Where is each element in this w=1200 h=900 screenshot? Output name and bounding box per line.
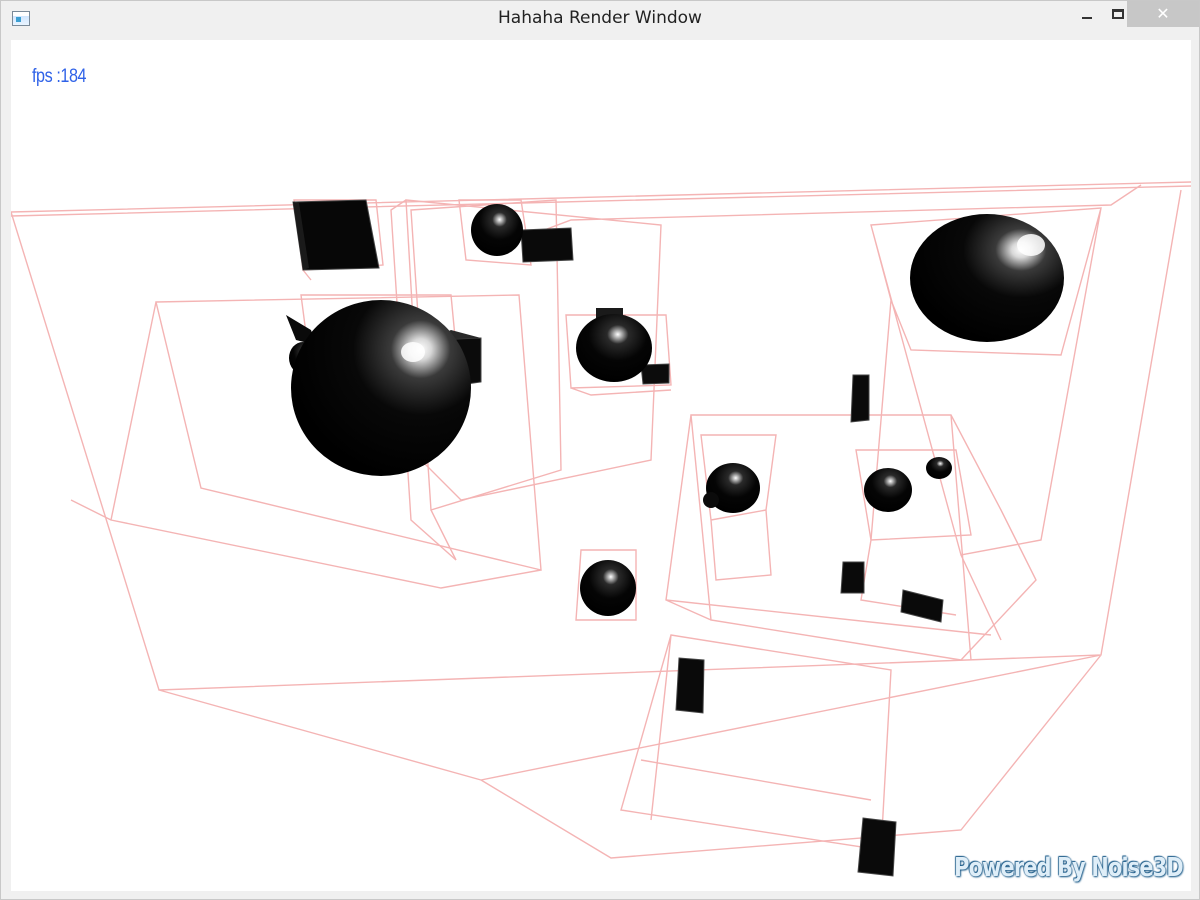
cube-top-center [520,227,574,263]
render-viewport[interactable]: fps :184 Powered By Noise3D [11,40,1191,891]
powered-by-watermark: Powered By Noise3D [954,853,1183,883]
sphere-lower-center [580,560,636,616]
sphere-left-large [291,300,471,476]
minimize-button[interactable] [1073,1,1101,27]
window-title: Hahaha Render Window [498,8,702,28]
spheres [286,204,1064,616]
3d-scene [11,181,1191,877]
cube-bottom-center [675,657,705,714]
cube-bottom-right [857,817,897,877]
sphere-mid-knob [703,492,719,508]
sphere-right-large [910,214,1064,342]
maximize-icon [1112,9,1124,19]
room-wireframe-inner-4 [665,414,1037,661]
sphere-center [576,314,652,382]
app-window-icon[interactable] [12,11,30,26]
fps-counter: fps :184 [32,66,87,87]
cube-right-mid [840,561,865,594]
minimize-icon [1082,17,1092,19]
render-window: Hahaha Render Window ✕ fps:184 Powered … [0,0,1200,900]
title-bar[interactable]: Hahaha Render Window ✕ [1,1,1199,39]
close-icon: ✕ [1156,4,1170,23]
sphere-top-small [471,204,523,256]
close-button[interactable]: ✕ [1127,1,1199,27]
cube-right-tall [850,374,870,423]
sphere-right-mid [864,468,912,512]
cube-right-flat [900,589,944,623]
sphere-right-tiny [926,457,952,479]
